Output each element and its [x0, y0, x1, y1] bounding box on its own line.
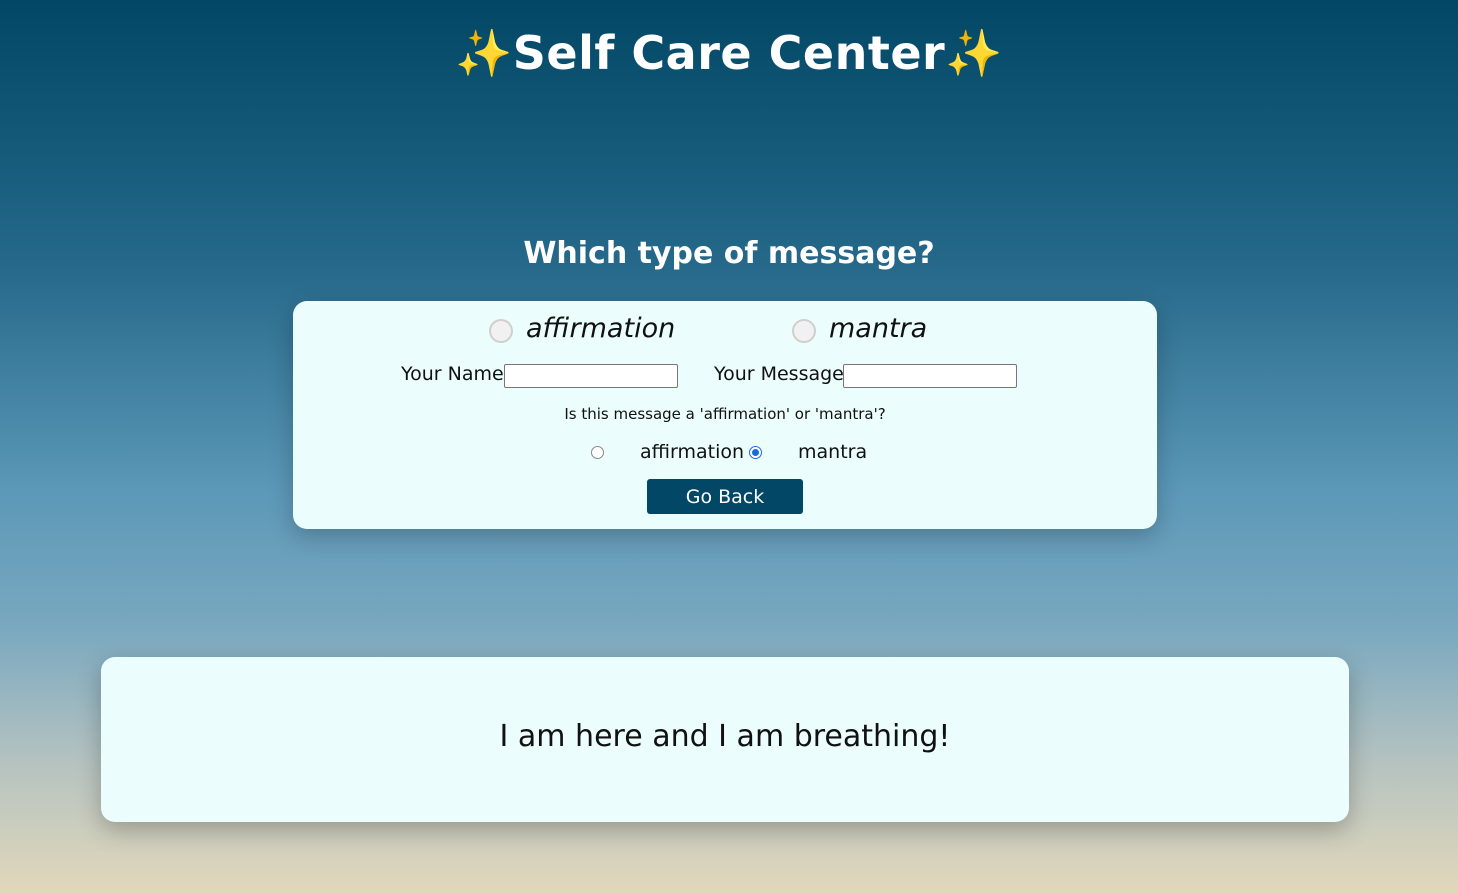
- type-affirmation-radio[interactable]: [591, 446, 604, 459]
- page-title: ✨Self Care Center✨: [0, 26, 1458, 81]
- type-affirmation-label: affirmation: [640, 441, 745, 463]
- mantra-option-label[interactable]: mantra: [829, 313, 927, 344]
- affirmation-radio[interactable]: [489, 319, 513, 343]
- mantra-radio[interactable]: [792, 319, 816, 343]
- title-text: Self Care Center: [512, 26, 946, 80]
- message-display-card: I am here and I am breathing!: [101, 657, 1349, 822]
- message-form-card: affirmation mantra Your Name Your Messag…: [293, 301, 1157, 529]
- message-input[interactable]: [843, 364, 1017, 388]
- type-mantra-radio[interactable]: [749, 446, 762, 459]
- type-mantra-label: mantra: [798, 441, 868, 463]
- sparkles-icon: ✨: [945, 26, 1003, 80]
- message-type-options: affirmation mantra: [293, 313, 1157, 353]
- your-name-label: Your Name: [401, 363, 504, 385]
- your-message-label: Your Message: [714, 363, 844, 385]
- go-back-button[interactable]: Go Back: [647, 479, 803, 514]
- displayed-message: I am here and I am breathing!: [499, 719, 951, 754]
- affirmation-option-label[interactable]: affirmation: [526, 313, 675, 344]
- type-question: Is this message a 'affirmation' or 'mant…: [564, 405, 886, 423]
- sparkles-icon: ✨: [455, 26, 513, 80]
- message-type-heading: Which type of message?: [523, 236, 935, 271]
- name-input[interactable]: [504, 364, 678, 388]
